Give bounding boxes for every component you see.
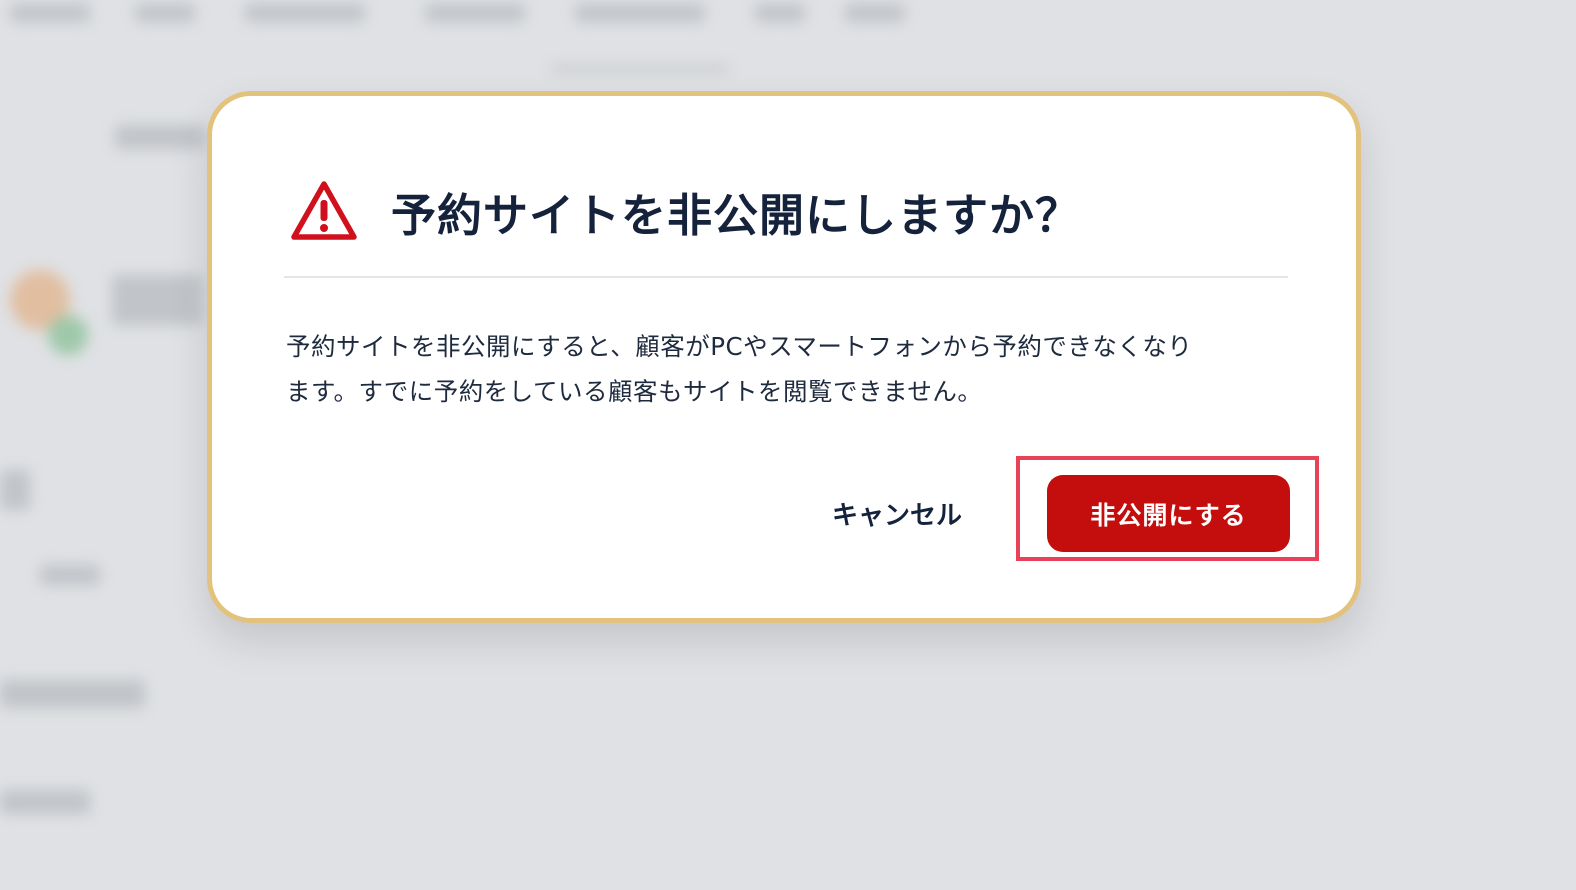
bg-tab-underline [550, 66, 730, 72]
bg-shop-image [48, 315, 88, 355]
unpublish-button[interactable]: 非公開にする [1047, 475, 1290, 552]
bg-nav-item [755, 4, 805, 22]
bg-heading [0, 470, 30, 510]
bg-nav-item [245, 4, 365, 22]
bg-shop-name [112, 275, 202, 325]
dialog-message-line: 予約サイトを非公開にすると、顧客がPCやスマートフォンから予約できなくなり [286, 332, 1193, 361]
bg-nav-item [425, 4, 525, 22]
cancel-button[interactable]: キャンセル [812, 483, 982, 543]
dialog-title: 予約サイトを非公開にしますか？ [391, 188, 1082, 242]
bg-nav-item [575, 4, 705, 22]
bg-nav-item [10, 4, 90, 22]
bg-nav-item [135, 4, 195, 22]
dialog-header: 予約サイトを非公開にしますか？ [290, 176, 1081, 246]
warning-triangle-icon [290, 180, 358, 242]
bg-section-title [115, 125, 205, 149]
confirm-unpublish-dialog: 予約サイトを非公開にしますか？ 予約サイトを非公開にすると、顧客がPCやスマート… [207, 91, 1361, 623]
bg-label [40, 565, 100, 585]
bg-nav-item [845, 4, 905, 22]
dialog-message-line: ます。すでに予約をしている顧客もサイトを閲覧できません。 [286, 377, 983, 406]
bg-label [0, 790, 90, 814]
header-divider [284, 276, 1288, 278]
bg-label [0, 680, 145, 708]
highlight-annotation-box: 非公開にする [1016, 456, 1319, 561]
dialog-message: 予約サイトを非公開にすると、顧客がPCやスマートフォンから予約できなくなり ます… [286, 324, 1296, 414]
